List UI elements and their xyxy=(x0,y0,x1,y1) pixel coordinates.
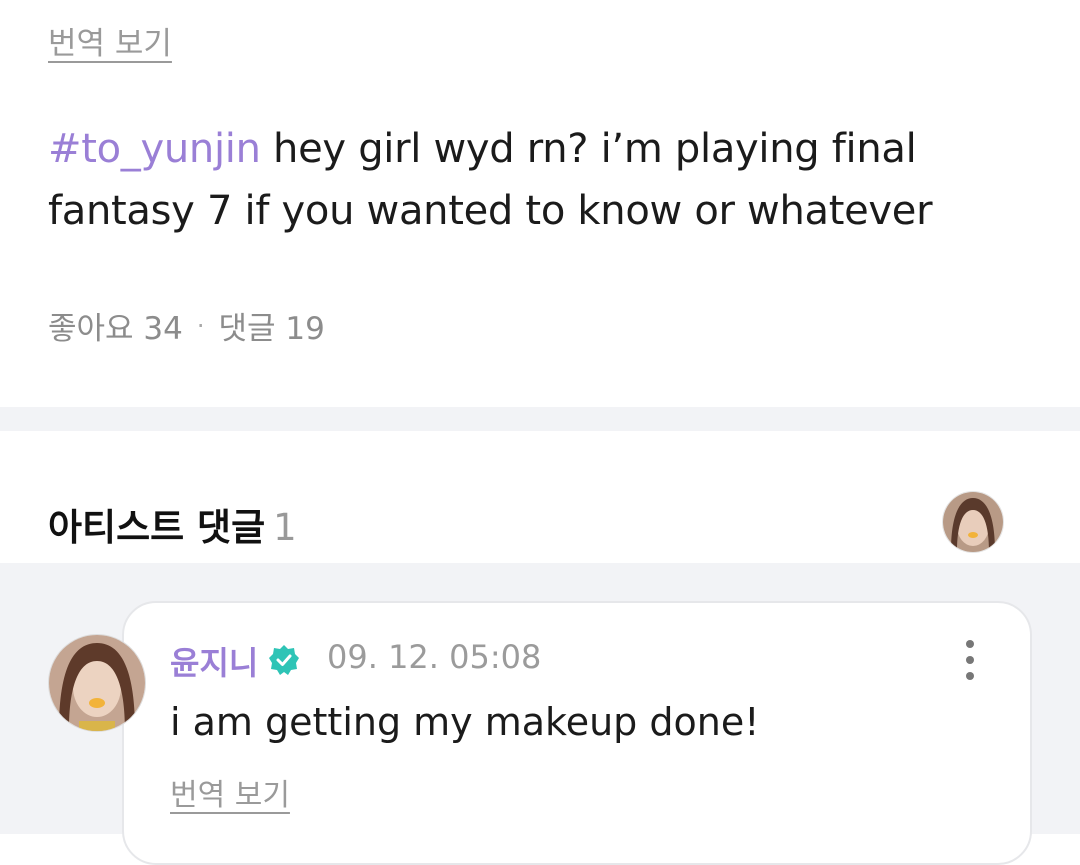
verified-badge-icon xyxy=(268,644,300,676)
meta-separator: · xyxy=(196,311,205,340)
artist-comments-header: 아티스트 댓글 1 xyxy=(48,497,297,551)
post-body: #to_yunjin hey girl wyd rn? i’m playing … xyxy=(48,118,1038,242)
artist-comments-title: 아티스트 댓글 xyxy=(48,506,266,549)
artist-comments-count: 1 xyxy=(273,506,297,549)
comment-author[interactable]: 윤지니 xyxy=(170,638,258,684)
comments-count[interactable]: 댓글 19 xyxy=(219,303,325,348)
comment-text: i am getting my makeup done! xyxy=(170,700,760,744)
translate-link[interactable]: 번역 보기 xyxy=(48,18,172,63)
more-options-icon[interactable] xyxy=(955,640,985,680)
likes-count[interactable]: 좋아요 34 xyxy=(48,303,183,348)
hashtag-link[interactable]: #to_yunjin xyxy=(48,126,261,172)
artist-avatar[interactable] xyxy=(942,491,1004,553)
comment-timestamp: 09. 12. 05:08 xyxy=(327,638,542,676)
comment-translate-link[interactable]: 번역 보기 xyxy=(170,770,290,814)
comment-avatar[interactable] xyxy=(48,634,146,732)
section-divider xyxy=(0,407,1080,431)
post-meta: 좋아요 34 · 댓글 19 xyxy=(48,303,325,348)
